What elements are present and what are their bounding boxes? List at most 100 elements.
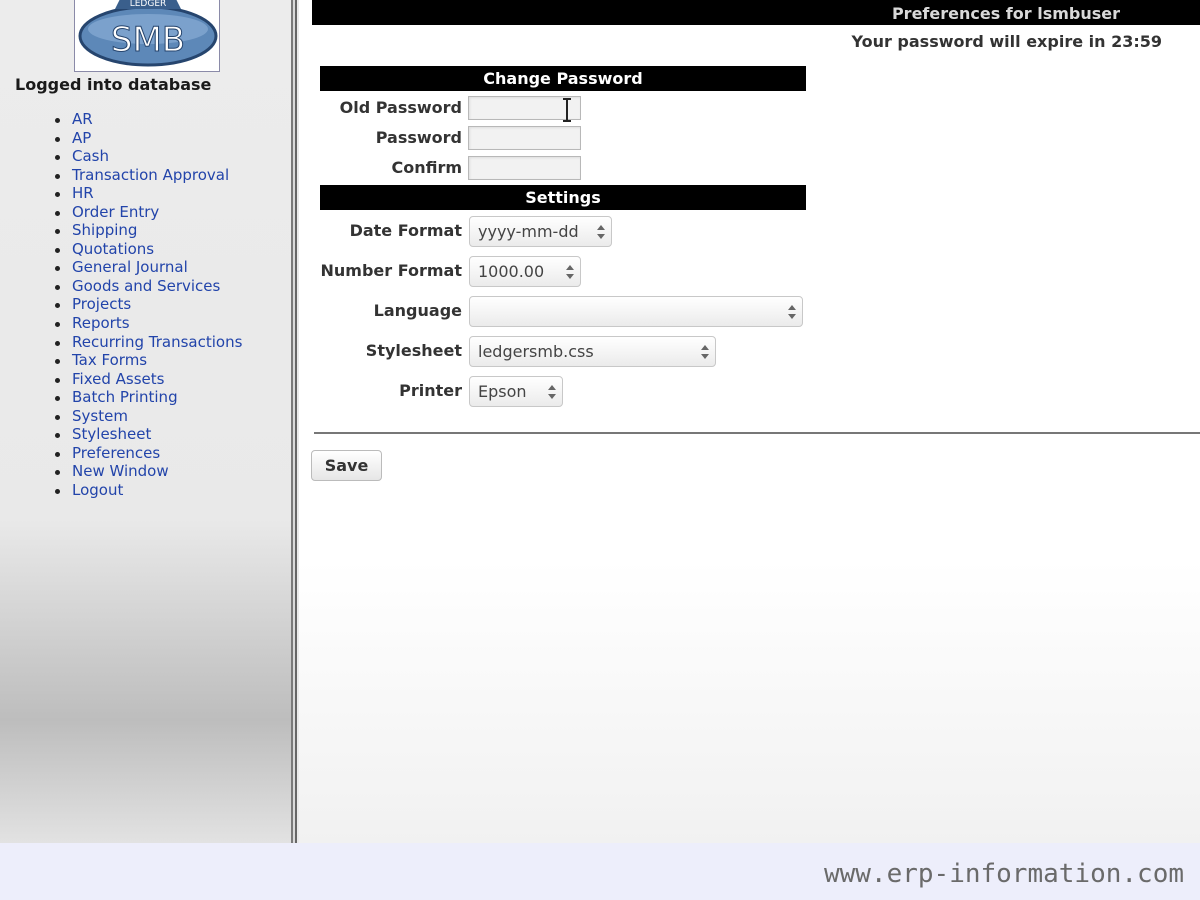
bullet-icon xyxy=(55,433,60,439)
menu-item-recurring-transactions[interactable]: Recurring Transactions xyxy=(55,333,242,352)
menu-link[interactable]: Order Entry xyxy=(72,203,159,221)
settings-header: Settings xyxy=(320,185,806,210)
bullet-icon xyxy=(55,284,60,290)
select-arrows-icon xyxy=(701,345,709,359)
date-format-label: Date Format xyxy=(349,221,462,240)
change-password-header: Change Password xyxy=(320,66,806,91)
menu-item-cash[interactable]: Cash xyxy=(55,147,242,166)
stylesheet-select[interactable]: ledgersmb.css xyxy=(469,336,716,367)
bullet-icon xyxy=(55,340,60,346)
number-format-select[interactable]: 1000.00 xyxy=(469,256,581,287)
confirm-password-field[interactable] xyxy=(468,156,581,180)
menu-link[interactable]: Shipping xyxy=(72,221,137,239)
menu-link[interactable]: Recurring Transactions xyxy=(72,333,242,351)
menu-link[interactable]: Reports xyxy=(72,314,130,332)
menu-link[interactable]: Tax Forms xyxy=(72,351,147,369)
menu-link[interactable]: HR xyxy=(72,184,94,202)
menu-link[interactable]: Cash xyxy=(72,147,109,165)
bullet-icon xyxy=(55,303,60,309)
bullet-icon xyxy=(55,396,60,402)
menu-item-order-entry[interactable]: Order Entry xyxy=(55,203,242,222)
menu-link[interactable]: System xyxy=(72,407,128,425)
menu-item-general-journal[interactable]: General Journal xyxy=(55,258,242,277)
printer-label: Printer xyxy=(399,381,462,400)
menu-link[interactable]: AP xyxy=(72,129,91,147)
menu-link[interactable]: New Window xyxy=(72,462,169,480)
password-label: Password xyxy=(375,128,462,147)
date-format-value: yyyy-mm-dd xyxy=(478,222,579,241)
bullet-icon xyxy=(55,192,60,198)
frame-divider[interactable] xyxy=(291,0,299,843)
bullet-icon xyxy=(55,247,60,253)
menu-item-ap[interactable]: AP xyxy=(55,129,242,148)
password-field[interactable] xyxy=(468,126,581,150)
page-title: Preferences for lsmbuser xyxy=(891,4,1120,23)
menu-item-batch-printing[interactable]: Batch Printing xyxy=(55,388,242,407)
save-button[interactable]: Save xyxy=(311,450,382,481)
menu-item-new-window[interactable]: New Window xyxy=(55,462,242,481)
stylesheet-value: ledgersmb.css xyxy=(478,342,594,361)
menu-item-ar[interactable]: AR xyxy=(55,110,242,129)
svg-text:LEDGER: LEDGER xyxy=(130,0,167,9)
menu-link[interactable]: Transaction Approval xyxy=(72,166,229,184)
login-status-text: Logged into database xyxy=(15,75,212,94)
menu-item-shipping[interactable]: Shipping xyxy=(55,221,242,240)
confirm-label: Confirm xyxy=(391,158,462,177)
menu-link[interactable]: Goods and Services xyxy=(72,277,220,295)
menu-item-transaction-approval[interactable]: Transaction Approval xyxy=(55,166,242,185)
select-arrows-icon xyxy=(788,305,796,319)
navigation-sidebar: LEDGER SMB Logged into database AR AP Cash… xyxy=(0,0,291,843)
select-arrows-icon xyxy=(566,265,574,279)
form-divider xyxy=(314,432,1200,434)
number-format-label: Number Format xyxy=(320,261,463,280)
bullet-icon xyxy=(55,229,60,235)
bullet-icon xyxy=(55,488,60,494)
stylesheet-label: Stylesheet xyxy=(365,341,462,360)
printer-select[interactable]: Epson xyxy=(469,376,563,407)
date-format-select[interactable]: yyyy-mm-dd xyxy=(469,216,612,247)
language-select[interactable] xyxy=(469,296,803,327)
preferences-panel: Preferences for lsmbuser Your password w… xyxy=(299,0,1200,843)
bullet-icon xyxy=(55,266,60,272)
menu-link[interactable]: Quotations xyxy=(72,240,154,258)
bullet-icon xyxy=(55,470,60,476)
menu-link[interactable]: Batch Printing xyxy=(72,388,178,406)
bullet-icon xyxy=(55,136,60,142)
menu-link[interactable]: General Journal xyxy=(72,258,188,276)
bullet-icon xyxy=(55,173,60,179)
menu-item-goods-and-services[interactable]: Goods and Services xyxy=(55,277,242,296)
menu-link[interactable]: Logout xyxy=(72,481,123,499)
select-arrows-icon xyxy=(597,225,605,239)
menu-item-reports[interactable]: Reports xyxy=(55,314,242,333)
menu-link[interactable]: Preferences xyxy=(72,444,160,462)
text-cursor-icon xyxy=(563,98,571,122)
menu-item-tax-forms[interactable]: Tax Forms xyxy=(55,351,242,370)
bullet-icon xyxy=(55,377,60,383)
menu-item-projects[interactable]: Projects xyxy=(55,295,242,314)
bullet-icon xyxy=(55,359,60,365)
bullet-icon xyxy=(55,414,60,420)
menu-item-quotations[interactable]: Quotations xyxy=(55,240,242,259)
printer-value: Epson xyxy=(478,382,527,401)
bullet-icon xyxy=(55,451,60,457)
main-menu: AR AP Cash Transaction Approval HR Order Entr… xyxy=(55,110,242,499)
menu-item-system[interactable]: System xyxy=(55,407,242,426)
menu-item-stylesheet[interactable]: Stylesheet xyxy=(55,425,242,444)
number-format-value: 1000.00 xyxy=(478,262,545,281)
title-bar: Preferences for lsmbuser xyxy=(312,0,1200,25)
menu-link[interactable]: Projects xyxy=(72,295,131,313)
menu-item-fixed-assets[interactable]: Fixed Assets xyxy=(55,370,242,389)
language-label: Language xyxy=(373,301,462,320)
bullet-icon xyxy=(55,210,60,216)
menu-item-logout[interactable]: Logout xyxy=(55,481,242,500)
menu-item-hr[interactable]: HR xyxy=(55,184,242,203)
menu-link[interactable]: Fixed Assets xyxy=(72,370,164,388)
menu-link[interactable]: AR xyxy=(72,110,93,128)
svg-text:SMB: SMB xyxy=(111,20,185,60)
watermark-text: www.erp-information.com xyxy=(823,859,1184,889)
bullet-icon xyxy=(55,322,60,328)
old-password-label: Old Password xyxy=(339,98,462,117)
menu-item-preferences[interactable]: Preferences xyxy=(55,444,242,463)
menu-link[interactable]: Stylesheet xyxy=(72,425,151,443)
bullet-icon xyxy=(55,118,60,123)
